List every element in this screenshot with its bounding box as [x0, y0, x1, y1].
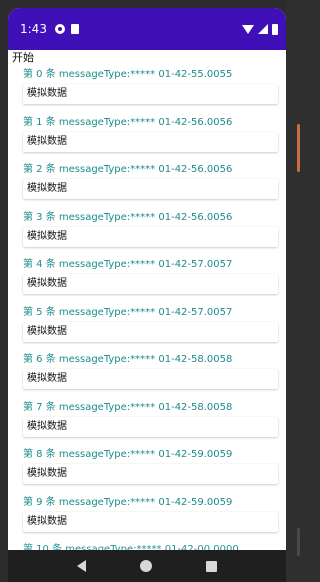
gear-icon	[54, 24, 65, 34]
message-card[interactable]: 模拟数据	[23, 511, 278, 532]
power-button	[297, 528, 300, 556]
recent-apps-icon[interactable]	[206, 560, 217, 572]
message-title: 第 1 条 messageType:***** 01-42-56.0056	[23, 116, 233, 128]
message-title: 第 2 条 messageType:***** 01-42-56.0056	[23, 164, 233, 175]
list-item[interactable]: 第 8 条 messageType:***** 01-42-59.0059 模拟数…	[23, 446, 286, 494]
message-card[interactable]: 模拟数据	[23, 464, 278, 484]
device-frame: 1:43 开始 第 0 条 messageType:***** 01-42-55…	[0, 0, 320, 582]
navigation-bar	[8, 550, 286, 582]
message-title: 第 9 条 messageType:***** 01-42-59.0059	[23, 496, 233, 508]
list-item[interactable]: 第 2 条 messageType:***** 01-42-56.0056 模拟数…	[23, 161, 286, 209]
sim-card-icon	[70, 24, 79, 34]
message-title: 第 7 条 messageType:***** 01-42-58.0058	[23, 401, 233, 413]
status-time: 1:43	[20, 22, 47, 36]
status-bar: 1:43	[8, 8, 286, 50]
app-content: 开始 第 0 条 messageType:***** 01-42-55.0055…	[8, 50, 286, 550]
message-card[interactable]: 模拟数据	[23, 274, 278, 294]
list-item[interactable]: 第 4 条 messageType:***** 01-42-57.0057 模拟数…	[23, 256, 286, 304]
message-title: 第 6 条 messageType:***** 01-42-58.0058	[23, 354, 233, 365]
list-item[interactable]: 第 6 条 messageType:***** 01-42-58.0058 模拟数…	[23, 351, 286, 399]
battery-icon	[272, 23, 278, 35]
message-card[interactable]: 模拟数据	[23, 369, 278, 389]
list-item[interactable]: 第 10 条 messageType:***** 01-42-00.0000	[23, 541, 286, 550]
message-card[interactable]: 模拟数据	[23, 131, 278, 152]
list-item[interactable]: 第 0 条 messageType:***** 01-42-55.0055 模拟数…	[23, 66, 286, 114]
message-title: 第 10 条 messageType:***** 01-42-00.0000	[23, 544, 239, 550]
list-item[interactable]: 第 1 条 messageType:***** 01-42-56.0056 模拟数…	[23, 114, 286, 162]
list-item[interactable]: 第 7 条 messageType:***** 01-42-58.0058 模拟数…	[23, 399, 286, 447]
message-card[interactable]: 模拟数据	[23, 226, 278, 247]
list-item[interactable]: 第 9 条 messageType:***** 01-42-59.0059 模拟数…	[23, 494, 286, 542]
message-card[interactable]: 模拟数据	[23, 321, 278, 342]
wifi-icon	[242, 24, 254, 34]
screen: 1:43 开始 第 0 条 messageType:***** 01-42-55…	[8, 8, 286, 550]
device-bezel	[286, 0, 320, 582]
list-item[interactable]: 第 5 条 messageType:***** 01-42-57.0057 模拟数…	[23, 304, 286, 352]
volume-button	[297, 124, 300, 172]
message-title: 第 5 条 messageType:***** 01-42-57.0057	[23, 306, 233, 318]
start-label[interactable]: 开始	[12, 50, 286, 66]
message-card[interactable]: 模拟数据	[23, 84, 278, 104]
message-title: 第 0 条 messageType:***** 01-42-55.0055	[23, 69, 233, 80]
message-title: 第 3 条 messageType:***** 01-42-56.0056	[23, 211, 233, 223]
message-card[interactable]: 模拟数据	[23, 179, 278, 199]
signal-icon	[258, 24, 268, 34]
back-icon[interactable]	[77, 560, 86, 572]
home-icon[interactable]	[140, 560, 152, 572]
message-title: 第 4 条 messageType:***** 01-42-57.0057	[23, 259, 233, 270]
message-card[interactable]: 模拟数据	[23, 416, 278, 437]
message-list[interactable]: 第 0 条 messageType:***** 01-42-55.0055 模拟数…	[12, 66, 286, 550]
message-title: 第 8 条 messageType:***** 01-42-59.0059	[23, 449, 233, 460]
list-item[interactable]: 第 3 条 messageType:***** 01-42-56.0056 模拟数…	[23, 209, 286, 257]
